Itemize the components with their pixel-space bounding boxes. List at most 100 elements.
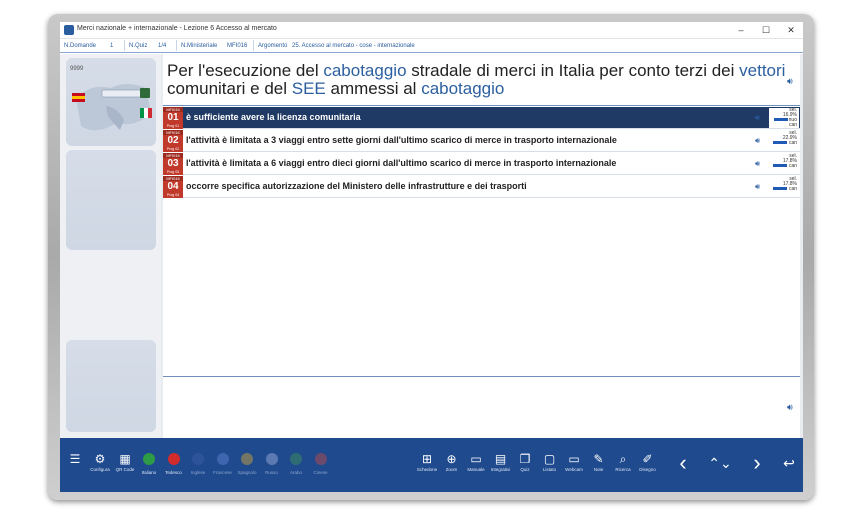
zoom-icon: ⊕ bbox=[446, 452, 457, 466]
listato-label: Listato bbox=[542, 467, 557, 472]
question-keyword[interactable]: cabotaggio bbox=[323, 61, 406, 80]
back-button[interactable]: ↩ bbox=[776, 450, 802, 478]
question-fragment: Per l'esecuzione del bbox=[167, 61, 324, 80]
quiz-button[interactable]: ❐ Quiz bbox=[513, 451, 537, 481]
answer-prog: Prog 01 bbox=[166, 124, 180, 128]
close-button[interactable]: ✕ bbox=[779, 23, 803, 37]
answer-row[interactable]: MFI016 04 Prog 04 occorre specifica autoriz… bbox=[163, 176, 800, 198]
n-quiz-value: 1/4 bbox=[158, 43, 167, 49]
francese-flag-icon bbox=[216, 453, 229, 465]
ricerca-button[interactable]: ⌕ Ricerca bbox=[611, 451, 635, 481]
argomento-value: 25. Accesso al mercato - cose - internaz… bbox=[292, 43, 415, 49]
manuale-button[interactable]: ▭ Manuale bbox=[464, 451, 488, 481]
separator bbox=[124, 40, 125, 51]
n-ministeriale-value: MFI016 bbox=[227, 43, 248, 49]
answer-number: 02 bbox=[167, 135, 179, 146]
question-keyword[interactable]: vettori bbox=[739, 61, 785, 80]
explanation-speaker-icon[interactable]: 🔊︎ bbox=[787, 402, 793, 413]
listato-icon: ▢ bbox=[543, 452, 556, 466]
answer-speaker-icon[interactable]: 🔊︎ bbox=[755, 113, 760, 123]
bottom-divider bbox=[163, 376, 800, 377]
stat-can: can bbox=[788, 186, 797, 192]
italiano-button[interactable]: Italiano bbox=[137, 451, 161, 481]
ricerca-icon: ⌕ bbox=[619, 452, 627, 466]
menu-button[interactable]: ☰ bbox=[63, 451, 87, 481]
webcam-label: Webcam bbox=[565, 467, 583, 472]
francese-label: Francese bbox=[213, 470, 232, 475]
italiano-label: Italiano bbox=[141, 470, 157, 475]
spagnolo-button[interactable]: Spagnolo bbox=[235, 451, 259, 481]
argomento-label: Argomento bbox=[258, 43, 288, 49]
thumbnail-slot bbox=[66, 150, 156, 250]
cinese-button[interactable]: Cinese bbox=[309, 451, 333, 481]
question-keyword[interactable]: cabotaggio bbox=[421, 79, 504, 98]
configura-label: Configura bbox=[90, 467, 110, 472]
configura-icon: ⚙ bbox=[94, 452, 106, 466]
configura-button[interactable]: ⚙ Configura bbox=[88, 451, 112, 481]
app-icon bbox=[64, 25, 74, 35]
stat-can: can bbox=[788, 122, 797, 128]
question-keyword[interactable]: SEE bbox=[292, 79, 326, 98]
question-fragment: ammessi al bbox=[325, 79, 422, 98]
answer-speaker-icon[interactable]: 🔊︎ bbox=[755, 182, 760, 192]
answer-speaker-icon[interactable]: 🔊︎ bbox=[755, 159, 760, 169]
answer-row[interactable]: MFI016 03 Prog 03 l'attività è limitata a 6… bbox=[163, 153, 800, 175]
italiano-flag-icon bbox=[143, 453, 155, 465]
cinese-flag-icon bbox=[314, 453, 327, 465]
note-icon: ✎ bbox=[593, 452, 604, 466]
note-button[interactable]: ✎ Note bbox=[587, 451, 611, 481]
webcam-button[interactable]: ▭ Webcam bbox=[562, 451, 586, 481]
answer-badge: MFI016 02 Prog 02 bbox=[163, 130, 183, 152]
schedone-label: Schedone bbox=[416, 467, 438, 472]
russo-button[interactable]: Russo bbox=[260, 451, 284, 481]
answer-text: l'attività è limitata a 3 viaggi entro s… bbox=[186, 135, 617, 145]
quiz-icon: ❐ bbox=[519, 452, 531, 466]
answer-stats: sel. 16.9% nuo can bbox=[769, 108, 799, 128]
question-image[interactable]: 9999 bbox=[66, 58, 156, 146]
maximize-button[interactable]: ☐ bbox=[754, 23, 778, 37]
europe-map-illustration bbox=[72, 84, 152, 131]
stat-bar bbox=[772, 141, 787, 145]
next-question-button[interactable]: › bbox=[744, 450, 770, 478]
qr-code-button[interactable]: ▦ QR Code bbox=[113, 451, 137, 481]
minimize-button[interactable]: – bbox=[729, 23, 753, 37]
answer-text: è sufficiente avere la licenza comunitar… bbox=[186, 112, 361, 122]
cinese-label: Cinese bbox=[313, 470, 328, 475]
stat-bar bbox=[772, 164, 787, 168]
spagnolo-label: Spagnolo bbox=[237, 470, 257, 475]
integrativi-icon: ▤ bbox=[494, 452, 507, 466]
schedone-button[interactable]: ⊞ Schedone bbox=[415, 451, 439, 481]
disegno-label: Disegno bbox=[639, 467, 656, 472]
window-title: Merci nazionale + internazionale - Lezio… bbox=[77, 25, 277, 32]
arabo-label: Arabo bbox=[289, 470, 302, 475]
integrativi-label: Integrativi bbox=[490, 467, 511, 472]
question-divider bbox=[163, 105, 800, 106]
answer-prog: Prog 03 bbox=[166, 170, 180, 174]
disegno-button[interactable]: ✐ Disegno bbox=[636, 451, 660, 481]
question-panel: Per l'esecuzione del cabotaggio stradale… bbox=[163, 54, 800, 438]
integrativi-button[interactable]: ▤ Integrativi bbox=[489, 451, 513, 481]
zoom-label: Zoom bbox=[445, 467, 458, 472]
quiz-label: Quiz bbox=[520, 467, 530, 472]
n-domande-value: 1 bbox=[110, 43, 114, 49]
answer-speaker-icon[interactable]: 🔊︎ bbox=[755, 136, 760, 146]
answer-stats: sel. 17.8% can bbox=[769, 154, 799, 174]
qr-code-label: QR Code bbox=[115, 467, 135, 472]
answer-row[interactable]: MFI016 02 Prog 02 l'attività è limitata a 3… bbox=[163, 130, 800, 152]
schedone-icon: ⊞ bbox=[421, 452, 433, 466]
answer-row[interactable]: MFI016 01 Prog 01 è sufficiente avere la li… bbox=[163, 107, 800, 129]
russo-label: Russo bbox=[265, 470, 278, 475]
inglese-button[interactable]: Inglese bbox=[186, 451, 210, 481]
francese-button[interactable]: Francese bbox=[211, 451, 235, 481]
prev-question-button[interactable]: ‹ bbox=[670, 450, 696, 478]
answer-number: 03 bbox=[167, 158, 179, 169]
zoom-button[interactable]: ⊕ Zoom bbox=[440, 451, 464, 481]
listato-button[interactable]: ▢ Listato bbox=[538, 451, 562, 481]
answer-number: 01 bbox=[167, 112, 179, 123]
tedesco-button[interactable]: Tedesco bbox=[162, 451, 186, 481]
arabo-button[interactable]: Arabo bbox=[284, 451, 308, 481]
up-down-button[interactable]: ⌃⌄ bbox=[707, 450, 733, 478]
answer-badge: MFI016 01 Prog 01 bbox=[163, 107, 183, 129]
question-speaker-icon[interactable]: 🔊︎ bbox=[787, 76, 793, 87]
separator bbox=[176, 40, 177, 51]
